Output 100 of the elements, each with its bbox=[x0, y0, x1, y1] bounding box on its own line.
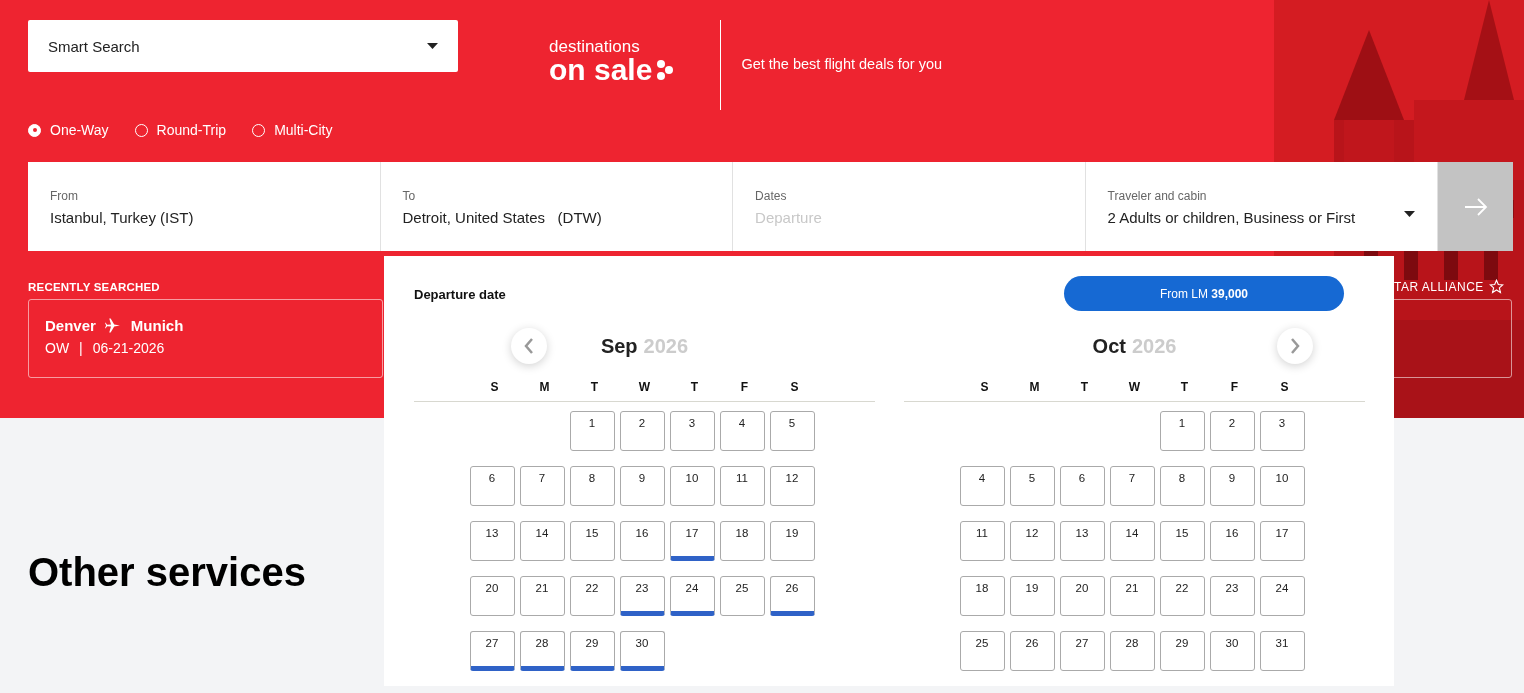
calendar-day[interactable]: 30 bbox=[1209, 631, 1255, 671]
weekday-label: F bbox=[739, 380, 750, 394]
calendar-day[interactable]: 25 bbox=[959, 631, 1005, 671]
origin-city: Denver bbox=[45, 317, 96, 334]
field-label: To bbox=[402, 189, 417, 203]
smart-search-dropdown[interactable]: Smart Search bbox=[28, 20, 458, 72]
weekday-label: S bbox=[1279, 380, 1290, 394]
calendar-day[interactable]: 8 bbox=[1159, 466, 1205, 506]
arrow-right-icon bbox=[1463, 197, 1488, 216]
calendar-day[interactable]: 19 bbox=[769, 521, 815, 561]
calendar-day[interactable]: 9 bbox=[619, 466, 665, 506]
calendar-day[interactable]: 10 bbox=[669, 466, 715, 506]
trip-type-radio[interactable]: One-Way bbox=[28, 122, 109, 138]
section-title: RECENTLY SEARCHED bbox=[28, 281, 160, 293]
calendar-day[interactable]: 1 bbox=[569, 411, 615, 451]
calendar-day[interactable]: 27 bbox=[1059, 631, 1105, 671]
calendar-day[interactable]: 9 bbox=[1209, 466, 1255, 506]
chevron-left-icon bbox=[524, 337, 534, 355]
star-icon bbox=[1488, 279, 1504, 294]
chevron-right-icon bbox=[1290, 337, 1300, 355]
calendar-day[interactable]: 4 bbox=[719, 411, 765, 451]
calendar-day[interactable]: 2 bbox=[1209, 411, 1255, 451]
calendar-day[interactable]: 26 bbox=[769, 576, 815, 616]
month-name: Oct bbox=[1092, 334, 1126, 358]
field-value: Detroit, United States (DTW) bbox=[402, 209, 602, 226]
calendar-day[interactable]: 23 bbox=[619, 576, 665, 616]
calendar-day[interactable]: 28 bbox=[1109, 631, 1155, 671]
calendar-day[interactable]: 22 bbox=[569, 576, 615, 616]
trip-code: OW bbox=[45, 340, 70, 356]
calendar-day[interactable]: 27 bbox=[469, 631, 515, 671]
trip-type-radio[interactable]: Round-Trip bbox=[134, 122, 227, 138]
weekday-label: W bbox=[637, 380, 652, 394]
calendar-day[interactable]: 21 bbox=[519, 576, 565, 616]
calendar-day[interactable]: 15 bbox=[569, 521, 615, 561]
calendar-day[interactable]: 3 bbox=[669, 411, 715, 451]
calendar-day[interactable]: 6 bbox=[1059, 466, 1105, 506]
airplane-icon bbox=[104, 317, 122, 334]
calendar-day[interactable]: 17 bbox=[1259, 521, 1305, 561]
calendar-day[interactable]: 14 bbox=[1109, 521, 1155, 561]
trip-type-radio[interactable]: Multi-City bbox=[252, 122, 333, 138]
calendar-day[interactable]: 13 bbox=[1059, 521, 1105, 561]
calendar-day[interactable]: 29 bbox=[1159, 631, 1205, 671]
calendar-day[interactable]: 28 bbox=[519, 631, 565, 671]
calendar-day[interactable]: 31 bbox=[1259, 631, 1305, 671]
weekday-label: S bbox=[789, 380, 800, 394]
calendar-day[interactable]: 21 bbox=[1109, 576, 1155, 616]
calendar-day[interactable]: 13 bbox=[469, 521, 515, 561]
field-value: 2 Adults or children, Business or First bbox=[1107, 209, 1356, 226]
calendar-day[interactable]: 11 bbox=[719, 466, 765, 506]
calendar-day[interactable]: 19 bbox=[1009, 576, 1055, 616]
weekday-label: T bbox=[589, 380, 600, 394]
calendar-day[interactable]: 5 bbox=[1009, 466, 1055, 506]
search-field[interactable]: Traveler and cabin 2 Adults or children, Business or First bbox=[1085, 162, 1439, 251]
calendar-day[interactable]: 16 bbox=[1209, 521, 1255, 561]
next-month-button[interactable] bbox=[1277, 328, 1313, 364]
calendar-day[interactable]: 18 bbox=[719, 521, 765, 561]
calendar-day[interactable]: 17 bbox=[669, 521, 715, 561]
calendar-day[interactable]: 3 bbox=[1259, 411, 1305, 451]
calendar-day[interactable]: 20 bbox=[1059, 576, 1105, 616]
calendar-day[interactable]: 16 bbox=[619, 521, 665, 561]
logo: destinations on sale bbox=[549, 38, 675, 85]
calendar-day[interactable]: 15 bbox=[1159, 521, 1205, 561]
search-field[interactable]: To Detroit, United States (DTW) bbox=[380, 162, 734, 251]
calendar-day[interactable]: 7 bbox=[1109, 466, 1155, 506]
month-name: Sep bbox=[600, 334, 638, 358]
calendar-day[interactable]: 6 bbox=[469, 466, 515, 506]
separator: | bbox=[79, 340, 83, 356]
caret-icon bbox=[427, 43, 438, 49]
calendar-day[interactable]: 4 bbox=[959, 466, 1005, 506]
date-picker-title: Departure date bbox=[414, 287, 506, 302]
weekday-label: S bbox=[489, 380, 500, 394]
calendar-day[interactable]: 11 bbox=[959, 521, 1005, 561]
price-button[interactable]: From LM 39,000 bbox=[1064, 276, 1344, 311]
calendar-day[interactable]: 29 bbox=[569, 631, 615, 671]
calendar-day[interactable]: 7 bbox=[519, 466, 565, 506]
calendar-day[interactable]: 22 bbox=[1159, 576, 1205, 616]
calendar-day[interactable]: 18 bbox=[959, 576, 1005, 616]
calendar-day[interactable]: 20 bbox=[469, 576, 515, 616]
calendar-day[interactable]: 25 bbox=[719, 576, 765, 616]
calendar-day[interactable]: 8 bbox=[569, 466, 615, 506]
calendar-day[interactable]: 26 bbox=[1009, 631, 1055, 671]
calendar-day[interactable]: 2 bbox=[619, 411, 665, 451]
calendar-day[interactable]: 30 bbox=[619, 631, 665, 671]
calendar-day[interactable]: 5 bbox=[769, 411, 815, 451]
calendar-day[interactable]: 24 bbox=[1259, 576, 1305, 616]
calendar-day[interactable]: 12 bbox=[769, 466, 815, 506]
calendar-day[interactable]: 1 bbox=[1159, 411, 1205, 451]
previous-month-button[interactable] bbox=[511, 328, 547, 364]
weekday-label: S bbox=[979, 380, 990, 394]
calendar-day[interactable]: 24 bbox=[669, 576, 715, 616]
calendar-day[interactable]: 23 bbox=[1209, 576, 1255, 616]
calendar-day[interactable]: 14 bbox=[519, 521, 565, 561]
calendar-day[interactable]: 10 bbox=[1259, 466, 1305, 506]
field-label: Traveler and cabin bbox=[1107, 189, 1208, 203]
recent-search-card[interactable]: Denver Munich OW | 06-21-2026 bbox=[28, 299, 383, 378]
field-value: Istanbul, Turkey (IST) bbox=[50, 209, 194, 226]
search-field[interactable]: From Istanbul, Turkey (IST) bbox=[28, 162, 381, 251]
caret-icon bbox=[1404, 211, 1416, 217]
weekday-label: T bbox=[1179, 380, 1190, 394]
calendar-day[interactable]: 12 bbox=[1009, 521, 1055, 561]
